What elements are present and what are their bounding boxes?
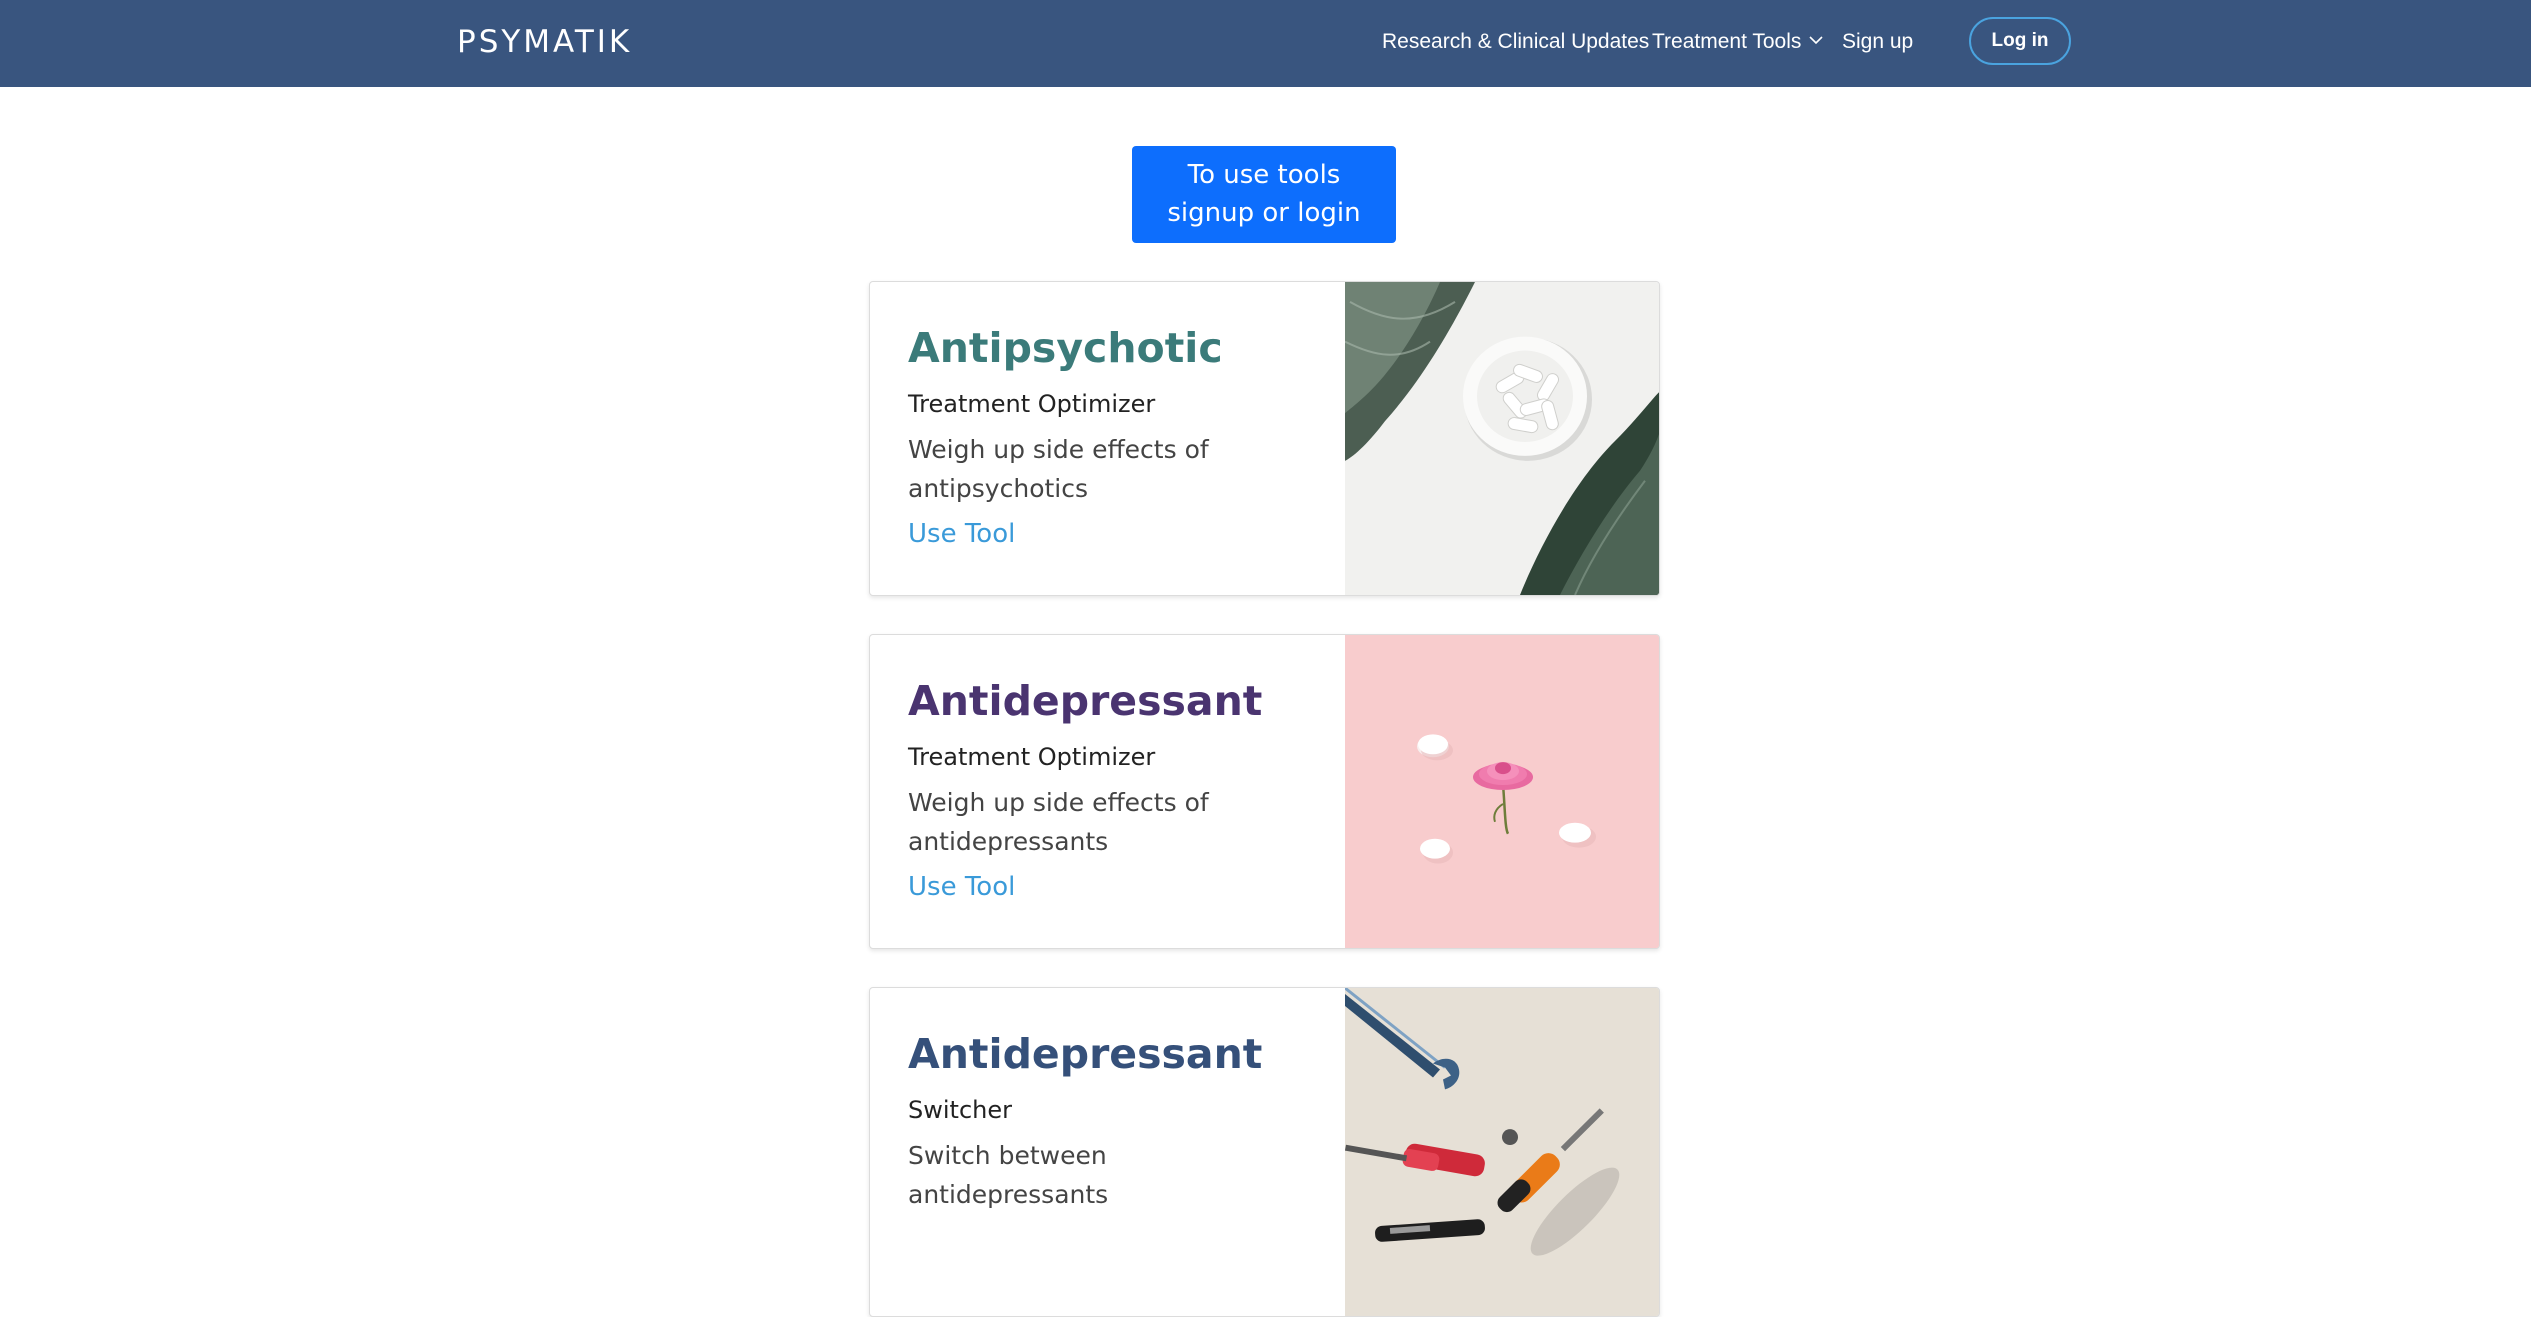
tool-card-antidepressant-optimizer: Antidepressant Treatment Optimizer Weigh… — [869, 634, 1660, 949]
chevron-down-icon — [1809, 25, 1823, 53]
nav-treatment-tools-dropdown[interactable]: Treatment Tools — [1652, 28, 1823, 56]
navbar: PSYMATIK Research & Clinical Updates Tre… — [0, 0, 2531, 87]
pills-bowl-image — [1345, 282, 1659, 595]
signup-or-login-button[interactable]: To use tools signup or login — [1132, 146, 1396, 243]
pink-flower-image — [1345, 635, 1659, 948]
use-tool-link[interactable]: Use Tool — [908, 517, 1015, 551]
card-title: Antipsychotic — [908, 324, 1223, 372]
tool-card-antipsychotic-optimizer: Antipsychotic Treatment Optimizer Weigh … — [869, 281, 1660, 596]
card-description: Weigh up side effects of antidepressants — [908, 788, 1209, 856]
card-title: Antidepressant — [908, 1030, 1263, 1078]
card-subtitle: Treatment Optimizer — [908, 390, 1156, 418]
hand-tools-image — [1345, 988, 1659, 1316]
nav-treatment-tools-label: Treatment Tools — [1652, 30, 1802, 53]
card-title: Antidepressant — [908, 677, 1263, 725]
nav-signup-link[interactable]: Sign up — [1842, 28, 1913, 56]
tool-card-antidepressant-switcher: Antidepressant Switcher Switch between a… — [869, 987, 1660, 1317]
card-subtitle: Treatment Optimizer — [908, 743, 1156, 771]
use-tool-link[interactable]: Use Tool — [908, 870, 1015, 904]
login-button[interactable]: Log in — [1969, 17, 2071, 65]
card-subtitle: Switcher — [908, 1096, 1012, 1124]
card-description: Switch between antidepressants — [908, 1141, 1109, 1209]
cta-line-1: To use tools — [1187, 160, 1341, 190]
card-description: Weigh up side effects of antipsychotics — [908, 435, 1209, 503]
nav-research-link[interactable]: Research & Clinical Updates — [1382, 28, 1649, 56]
site-logo[interactable]: PSYMATIK — [457, 22, 632, 62]
cta-line-2: signup or login — [1167, 198, 1361, 228]
